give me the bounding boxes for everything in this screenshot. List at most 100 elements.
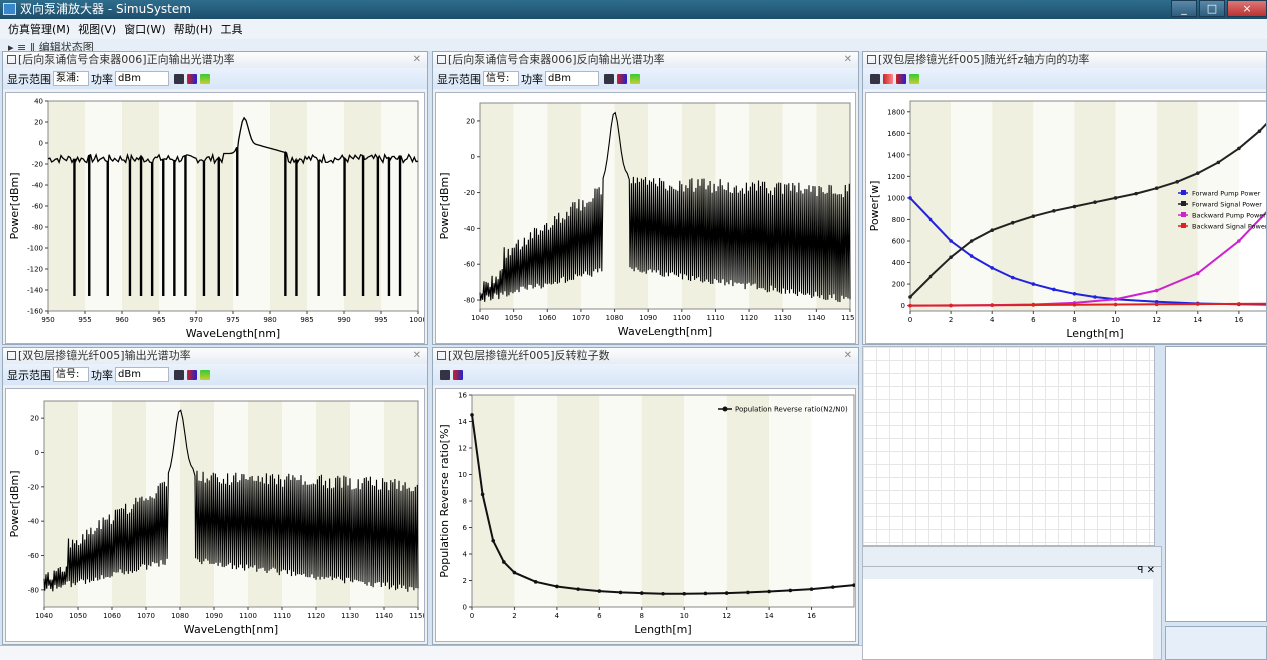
app-icon (3, 3, 16, 15)
series-point (908, 196, 912, 200)
x-axis-label: WaveLength[nm] (184, 623, 278, 636)
legend-entry: Forward Pump Power (1192, 190, 1261, 198)
panel-close-icon[interactable]: ✕ (413, 52, 421, 68)
series-point (767, 589, 771, 594)
x-tick-label: 1150 (409, 612, 424, 620)
series-point (1195, 171, 1200, 175)
window-title: 双向泵浦放大器 - SimuSystem (20, 2, 191, 16)
y-tick-label: 20 (30, 415, 39, 423)
forward-spectrum-chart: 950 955 960 965 970 975 980 985 990 995 1000 40 20 0 -… (8, 98, 424, 341)
series-point (1093, 200, 1097, 205)
x-tick-label: 1130 (341, 612, 359, 620)
legend-marker (722, 406, 728, 412)
y-axis-label: Population Reverse ratio[%] (438, 424, 451, 577)
style-icon[interactable] (909, 73, 919, 84)
y-tick-label: 0 (39, 140, 43, 148)
save-icon[interactable] (604, 73, 614, 84)
menu-window[interactable]: 窗口(W) (124, 21, 165, 37)
x-tick-label: 12 (1152, 316, 1161, 324)
chart-plot-area: 1040 1050 1060 1070 1080 1090 1100 1110 1120 1130… (435, 92, 856, 344)
color-icon[interactable] (453, 369, 463, 380)
panel-close-icon[interactable]: ✕ (844, 52, 852, 68)
menu-tools[interactable]: 工具 (221, 21, 243, 37)
toolstrip-edit-state-label[interactable]: 编辑状态图 (39, 41, 94, 51)
schematic-canvas[interactable] (862, 346, 1155, 546)
dock-pin-close-icon[interactable]: ꟼ ✕ (1137, 565, 1155, 576)
x-tick-label: 950 (41, 316, 54, 324)
unit-select[interactable]: dBm (115, 71, 169, 86)
plot-band (159, 101, 196, 311)
plot-band (472, 395, 515, 607)
series-point (908, 303, 912, 308)
save-icon[interactable] (870, 73, 880, 84)
x-tick-label: 6 (597, 612, 602, 620)
x-tick-label: 1070 (137, 612, 155, 620)
x-tick-label: 14 (1193, 316, 1202, 324)
color-icon[interactable] (896, 73, 906, 84)
status-strip (0, 645, 862, 660)
panel-power-along-fiber: [双包层掺镱光纤005]随光纤z轴方向的功率 0 2 4 6 8 10 12 14 16 1800… (862, 51, 1267, 345)
range-select[interactable]: 信号: (53, 367, 89, 382)
save-icon[interactable] (174, 369, 184, 380)
x-tick-label: 1050 (505, 314, 523, 322)
x-axis-label: Length[m] (1066, 327, 1123, 340)
series-point (990, 228, 995, 233)
y-tick-label: -100 (27, 245, 43, 253)
panel-title-text: [双包层掺镱光纤005]输出光谱功率 (18, 349, 191, 362)
plot-band (1033, 101, 1075, 311)
range-label: 显示范围 (437, 72, 481, 86)
properties-panel (1165, 346, 1267, 622)
series-point (576, 587, 580, 591)
y-tick-label: 200 (892, 281, 905, 289)
style-icon[interactable] (200, 369, 210, 380)
y-axis-label: Power[dBm] (438, 172, 451, 239)
panel-toolbar (863, 68, 1266, 89)
x-tick-label: 1120 (740, 314, 758, 322)
y-tick-label: 20 (34, 119, 43, 127)
unit-select[interactable]: dBm (115, 367, 169, 382)
color-icon[interactable] (187, 73, 197, 84)
plot-band (270, 101, 307, 311)
panel-title-text: [双包层掺镱光纤005]随光纤z轴方向的功率 (878, 53, 1090, 66)
plot-band (951, 101, 993, 311)
save-icon[interactable] (174, 73, 184, 84)
y-tick-label: 16 (458, 392, 467, 400)
y-tick-label: -60 (464, 261, 475, 269)
series-point (949, 303, 953, 308)
toolstrip-play-icon[interactable]: ▸ ≡ ‖ (8, 41, 39, 51)
series-point (788, 588, 793, 593)
menu-help[interactable]: 帮助(H) (174, 21, 213, 37)
x-tick-label: 4 (990, 316, 995, 324)
menu-view[interactable]: 视图(V) (78, 21, 116, 37)
panel-close-icon[interactable]: ✕ (844, 348, 852, 364)
menu-simulation[interactable]: 仿真管理(M) (8, 21, 70, 37)
unit-select[interactable]: dBm (545, 71, 599, 86)
maximize-button[interactable]: □ (1199, 0, 1225, 17)
style-icon[interactable] (630, 73, 640, 84)
x-tick-label: 980 (263, 316, 276, 324)
power-label: 功率 (521, 72, 543, 86)
line-icon[interactable] (883, 73, 893, 84)
color-icon[interactable] (617, 73, 627, 84)
output-spectrum-chart: 1040 1050 1060 1070 1080 1090 1100 1110 1120 1130… (8, 400, 424, 636)
x-axis-label: Length[m] (634, 623, 691, 636)
color-icon[interactable] (187, 369, 197, 380)
save-icon[interactable] (440, 369, 450, 380)
panel-close-icon[interactable]: ✕ (413, 348, 421, 364)
style-icon[interactable] (200, 73, 210, 84)
y-tick-label: 1000 (887, 194, 905, 202)
range-select[interactable]: 泵浦: (53, 71, 89, 86)
minimize-button[interactable]: _ (1171, 0, 1197, 17)
series-point (1093, 295, 1097, 299)
plot-band (992, 101, 1034, 311)
series-point (1257, 129, 1262, 133)
y-tick-label: 4 (463, 551, 468, 559)
close-button[interactable]: × (1227, 0, 1267, 17)
y-tick-label: 800 (892, 216, 905, 224)
y-tick-label: 40 (34, 98, 43, 106)
series-point (724, 591, 729, 595)
x-tick-label: 1060 (538, 314, 556, 322)
y-tick-label: 2 (463, 577, 467, 585)
plot-band (726, 395, 770, 607)
range-select[interactable]: 信号: (483, 71, 519, 86)
